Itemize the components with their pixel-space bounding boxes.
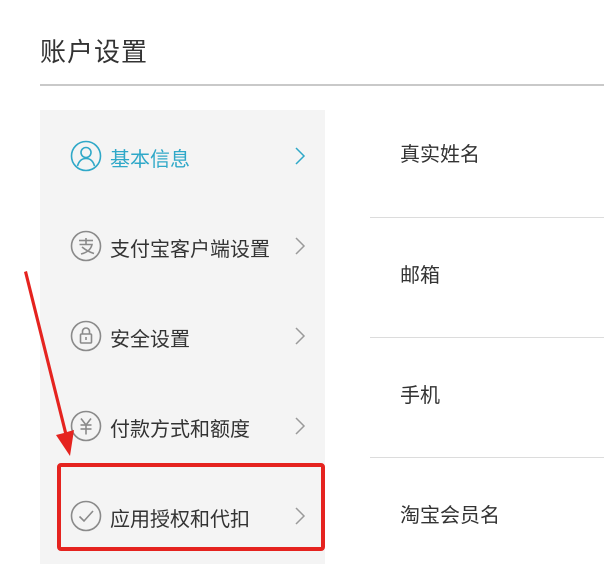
page-title: 账户设置 <box>40 38 149 68</box>
field-label: 淘宝会员名 <box>400 503 500 527</box>
alipay-icon <box>70 230 102 262</box>
user-icon <box>70 140 102 172</box>
field-email: 邮箱 <box>370 221 604 341</box>
field-label: 手机 <box>400 383 440 407</box>
yuan-icon <box>70 410 102 442</box>
sidebar-item-payment-methods[interactable]: 付款方式和额度 <box>40 380 325 470</box>
field-real-name: 真实姓名 <box>370 100 604 220</box>
sidebar-item-label: 安全设置 <box>110 327 190 351</box>
sidebar-item-security[interactable]: 安全设置 <box>40 290 325 380</box>
chevron-right-icon <box>294 146 306 166</box>
sidebar-item-alipay-client[interactable]: 支付宝客户端设置 <box>40 200 325 290</box>
chevron-right-icon <box>294 416 306 436</box>
title-divider <box>40 84 604 86</box>
field-divider <box>370 457 604 458</box>
chevron-right-icon <box>294 326 306 346</box>
field-divider <box>370 337 604 338</box>
field-taobao-member-name: 淘宝会员名 <box>370 461 604 581</box>
field-label: 真实姓名 <box>400 142 480 166</box>
sidebar-item-basic-info[interactable]: 基本信息 <box>40 110 325 200</box>
lock-icon <box>70 320 102 352</box>
sidebar-item-label: 付款方式和额度 <box>110 417 250 441</box>
field-label: 邮箱 <box>400 263 440 287</box>
sidebar-item-label: 支付宝客户端设置 <box>110 237 270 261</box>
highlight-box <box>57 463 325 551</box>
field-phone: 手机 <box>370 341 604 461</box>
sidebar-item-label: 基本信息 <box>110 147 190 171</box>
field-divider <box>370 217 604 218</box>
chevron-right-icon <box>294 236 306 256</box>
